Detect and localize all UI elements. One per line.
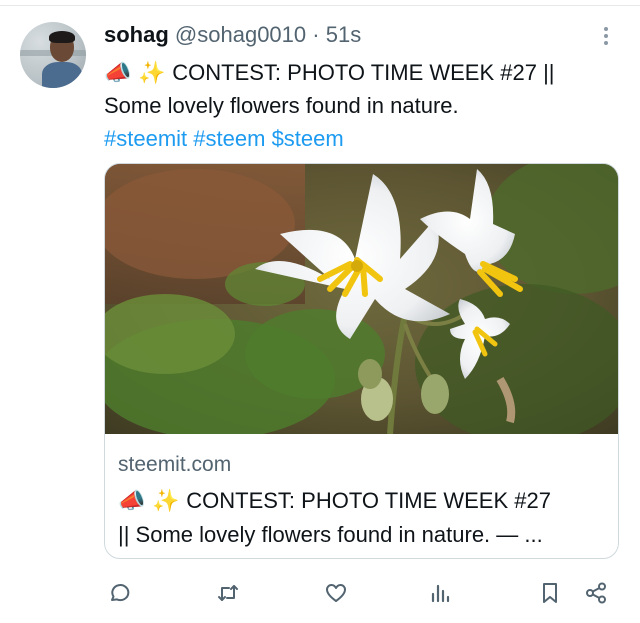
cashtag-steem[interactable]: $steem bbox=[272, 126, 344, 151]
link-card[interactable]: steemit.com 📣 ✨ CONTEST: PHOTO TIME WEEK… bbox=[104, 163, 619, 559]
card-domain[interactable]: steemit.com bbox=[118, 453, 231, 477]
action-bar bbox=[104, 578, 620, 608]
card-title[interactable]: 📣 ✨ CONTEST: PHOTO TIME WEEK #27 || Some… bbox=[118, 484, 613, 552]
author-handle[interactable]: @sohag0010 bbox=[175, 22, 306, 47]
post-text-line2: Some lovely flowers found in nature. bbox=[104, 93, 459, 118]
author-name[interactable]: sohag bbox=[104, 22, 169, 47]
more-vertical-icon[interactable] bbox=[598, 24, 614, 50]
repost-icon[interactable] bbox=[213, 578, 243, 608]
share-icon[interactable] bbox=[581, 578, 611, 608]
hashtags: #steemit #steem $steem bbox=[104, 122, 614, 155]
sparkles-icon: ✨ bbox=[138, 60, 166, 85]
post-text: 📣 ✨ CONTEST: PHOTO TIME WEEK #27 || Some… bbox=[104, 56, 614, 155]
hashtag-steem[interactable]: #steem bbox=[193, 126, 265, 151]
post-text-line1: CONTEST: PHOTO TIME WEEK #27 || bbox=[172, 60, 555, 85]
heart-icon[interactable] bbox=[321, 578, 351, 608]
megaphone-icon: 📣 bbox=[104, 60, 132, 85]
card-image[interactable] bbox=[105, 164, 619, 434]
top-divider bbox=[0, 5, 640, 6]
post-time[interactable]: 51s bbox=[326, 22, 361, 47]
separator-dot: · bbox=[312, 22, 320, 47]
avatar[interactable] bbox=[20, 22, 86, 88]
post-header: sohag @sohag0010 · 51s bbox=[104, 22, 361, 48]
reply-icon[interactable] bbox=[104, 578, 134, 608]
card-title-line2: || Some lovely flowers found in nature. … bbox=[118, 522, 543, 547]
card-title-line1: CONTEST: PHOTO TIME WEEK #27 bbox=[186, 488, 551, 513]
bookmark-icon[interactable] bbox=[535, 578, 565, 608]
analytics-icon[interactable] bbox=[425, 578, 455, 608]
hashtag-steemit[interactable]: #steemit bbox=[104, 126, 187, 151]
sparkles-icon: ✨ bbox=[152, 488, 180, 513]
megaphone-icon: 📣 bbox=[118, 488, 146, 513]
